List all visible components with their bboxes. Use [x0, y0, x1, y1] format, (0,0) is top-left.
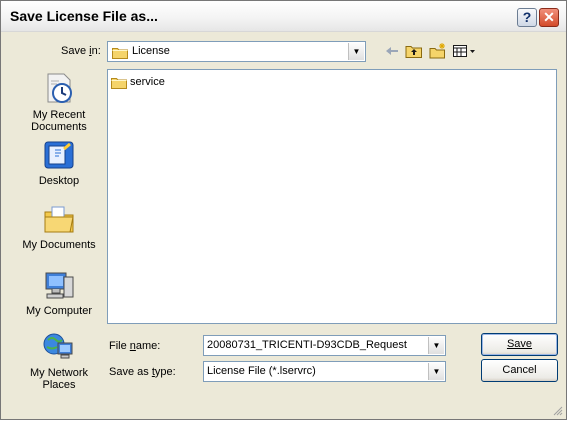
place-network[interactable]: My Network Places [15, 331, 103, 391]
list-item[interactable]: service [111, 74, 165, 90]
place-my-documents[interactable]: My Documents [15, 203, 103, 251]
save-as-type-select[interactable]: License File (*.lservrc) ▼ [203, 361, 446, 382]
help-button[interactable]: ? [517, 8, 537, 27]
place-label: My Network Places [29, 367, 89, 391]
save-in-value: License [132, 45, 170, 57]
my-computer-icon [45, 272, 74, 299]
title-bar[interactable]: Save License File as... ? ✕ [1, 1, 566, 32]
place-label: My Recent Documents [31, 109, 87, 133]
recent-documents-icon [47, 73, 72, 103]
file-name-value[interactable]: 20080731_TRICENTI-D93CDB_Request [207, 339, 425, 351]
save-in-combo[interactable]: License ▼ [107, 41, 366, 62]
place-label: My Documents [22, 239, 96, 251]
folder-icon [111, 77, 127, 89]
close-button[interactable]: ✕ [539, 8, 559, 27]
place-recent-documents[interactable]: My Recent Documents [15, 71, 103, 133]
save-as-type-value: License File (*.lservrc) [207, 365, 316, 377]
back-arrow-icon[interactable] [384, 43, 400, 59]
chevron-down-icon[interactable]: ▼ [428, 363, 444, 380]
place-my-computer[interactable]: My Computer [15, 269, 103, 317]
views-menu-icon[interactable] [452, 43, 476, 59]
network-places-icon [43, 333, 73, 359]
place-desktop[interactable]: Desktop [15, 139, 103, 187]
file-name-field[interactable]: 20080731_TRICENTI-D93CDB_Request ▼ [203, 335, 446, 356]
place-label: My Computer [25, 305, 93, 317]
chevron-down-icon[interactable]: ▼ [428, 337, 444, 354]
save-in-label: Save in: [61, 45, 101, 57]
cancel-button[interactable]: Cancel [481, 359, 558, 382]
places-bar: My Recent Documents Desktop My Documents [15, 63, 103, 397]
create-new-folder-icon[interactable] [429, 43, 447, 59]
my-documents-icon [44, 206, 74, 233]
save-button[interactable]: Save [481, 333, 558, 356]
file-list[interactable]: service [107, 69, 557, 324]
desktop-icon [44, 141, 74, 169]
folder-icon [112, 46, 128, 64]
chevron-down-icon[interactable]: ▼ [348, 43, 364, 60]
save-as-type-label: Save as type: [109, 366, 176, 378]
file-name: service [130, 76, 165, 88]
file-name-label: File name: [109, 340, 161, 352]
place-label: Desktop [38, 175, 80, 187]
save-dialog: Save License File as... ? ✕ Save in: Lic… [0, 0, 567, 420]
up-one-level-icon[interactable] [405, 43, 423, 59]
dialog-title: Save License File as... [10, 8, 158, 24]
save-button-label: Save [506, 338, 533, 350]
resize-grip-icon[interactable] [551, 404, 563, 416]
